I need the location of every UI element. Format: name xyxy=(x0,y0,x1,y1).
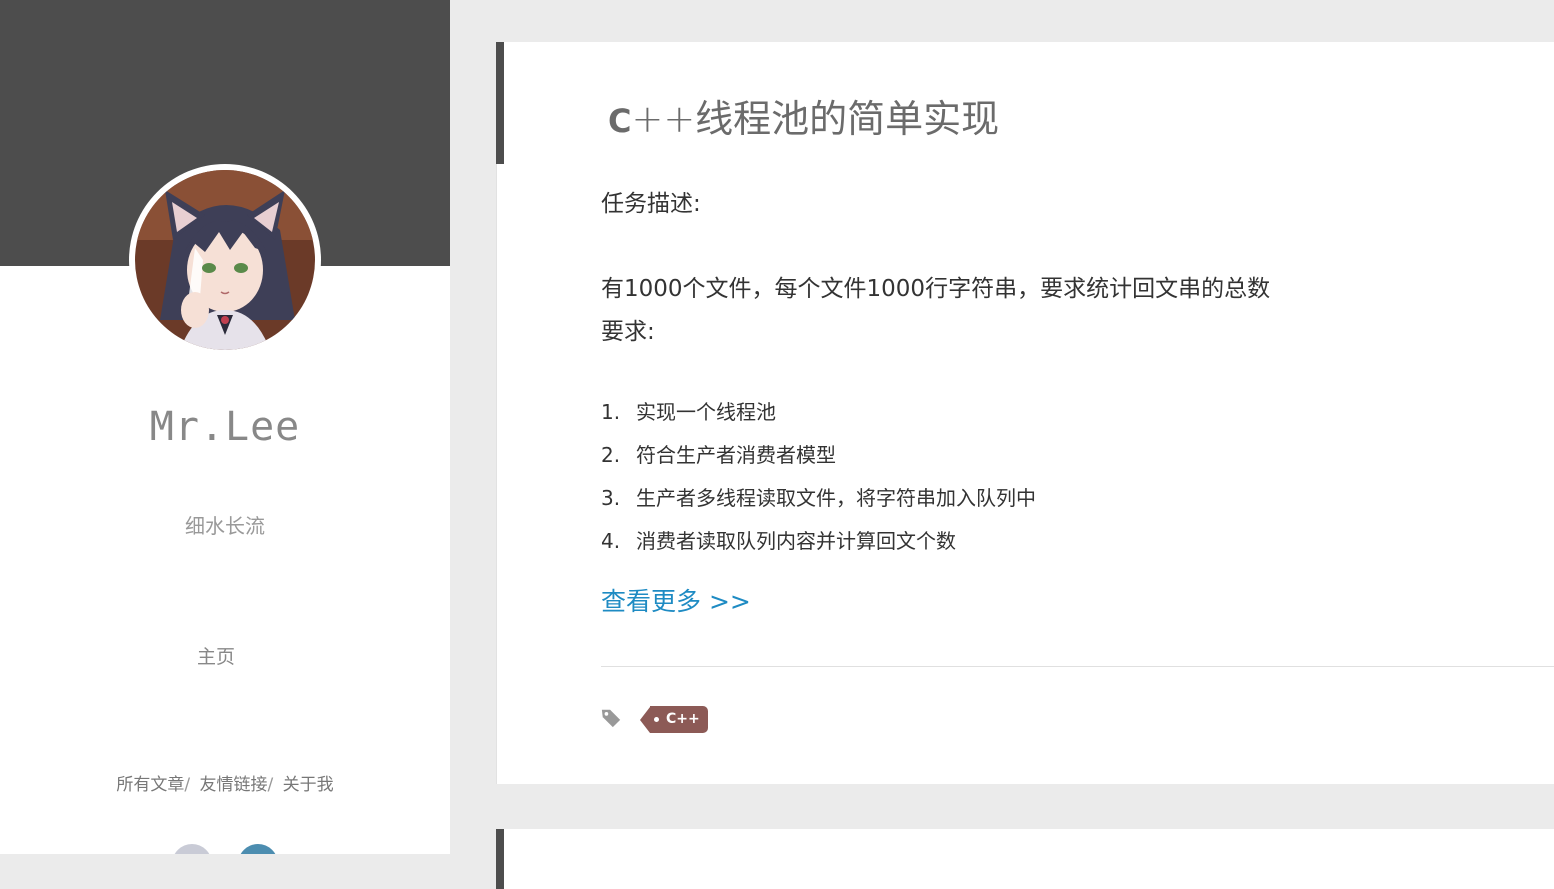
list-item-number: 3. xyxy=(601,486,621,510)
nav-home-link[interactable]: 主页 xyxy=(180,642,252,669)
nav-separator: / xyxy=(267,775,274,795)
nav-friend-links-link[interactable]: 友情链接 xyxy=(200,775,268,795)
avatar[interactable] xyxy=(129,164,321,356)
tag-cpp[interactable]: C++ xyxy=(640,706,708,733)
list-item-text: 符合生产者消费者模型 xyxy=(636,443,836,467)
post-card-border xyxy=(496,164,497,784)
task-body: 有1000个文件，每个文件1000行字符串，要求统计回文串的总数 xyxy=(601,276,1271,302)
tag-arrow xyxy=(640,706,650,733)
list-item: 2. 符合生产者消费者模型 xyxy=(601,440,1036,483)
nav-about-link[interactable]: 关于我 xyxy=(283,775,334,795)
blog-name[interactable]: Mr.Lee xyxy=(0,404,450,450)
avatar-image xyxy=(135,170,315,350)
sidebar: Mr.Lee 细水长流 主页 所有文章/ 友情链接/ 关于我 xyxy=(0,0,450,854)
list-item-text: 生产者多线程读取文件，将字符串加入队列中 xyxy=(636,486,1036,510)
list-item: 1. 实现一个线程池 xyxy=(601,397,1036,440)
list-item-number: 2. xyxy=(601,443,621,467)
post-accent-bar xyxy=(496,42,504,164)
list-item-number: 4. xyxy=(601,529,621,553)
requirements-heading: 要求: xyxy=(601,319,655,345)
next-post-accent-bar xyxy=(496,829,504,889)
task-heading: 任务描述: xyxy=(601,191,701,217)
social-icon-2[interactable] xyxy=(238,844,278,854)
tag-body: C++ xyxy=(650,706,708,733)
list-item-number: 1. xyxy=(601,400,621,424)
tag-label: C++ xyxy=(666,711,700,727)
list-item-text: 消费者读取队列内容并计算回文个数 xyxy=(636,529,956,553)
nav-links: 所有文章/ 友情链接/ 关于我 xyxy=(0,770,450,795)
social-icon-1[interactable] xyxy=(172,844,212,854)
list-item: 3. 生产者多线程读取文件，将字符串加入队列中 xyxy=(601,483,1036,526)
post-divider xyxy=(601,666,1554,667)
requirements-list: 1. 实现一个线程池 2. 符合生产者消费者模型 3. 生产者多线程读取文件，将字符串… xyxy=(601,397,1036,569)
next-post-card xyxy=(496,829,1554,889)
tag-icon xyxy=(601,709,621,728)
nav-separator: / xyxy=(184,775,191,795)
read-more-link[interactable]: 查看更多 >> xyxy=(601,582,751,618)
nav-all-posts-link[interactable]: 所有文章 xyxy=(116,775,184,795)
post-card: C++线程池的简单实现 任务描述: 有1000个文件，每个文件1000行字符串，… xyxy=(496,42,1554,784)
post-title-text: ++线程池的简单实现 xyxy=(631,97,1000,141)
post-title[interactable]: C++线程池的简单实现 xyxy=(608,88,999,143)
list-item-text: 实现一个线程池 xyxy=(636,400,776,424)
post-title-prefix: C xyxy=(608,102,632,140)
blog-subtitle: 细水长流 xyxy=(185,514,265,538)
tag-dot-icon xyxy=(654,717,659,722)
list-item: 4. 消费者读取队列内容并计算回文个数 xyxy=(601,526,1036,569)
